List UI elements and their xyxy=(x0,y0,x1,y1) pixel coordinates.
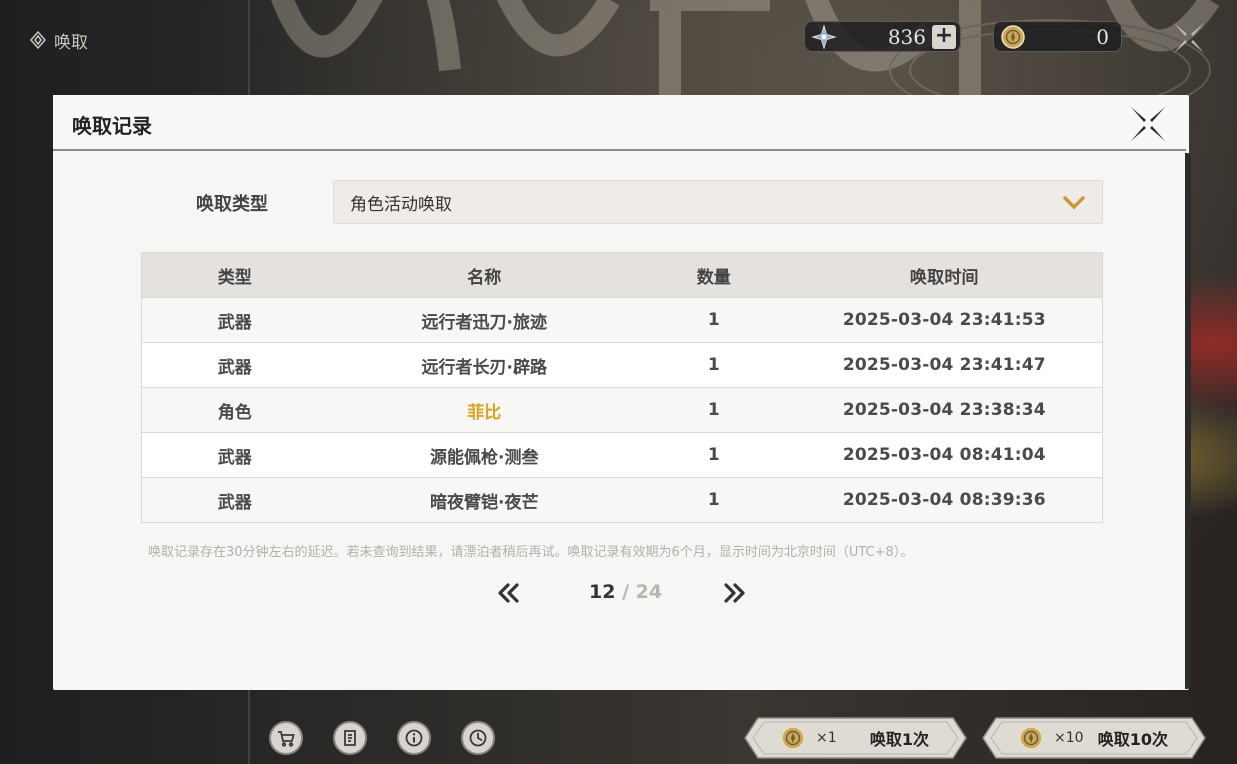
convene-icon xyxy=(30,30,46,50)
details-button[interactable] xyxy=(333,721,367,755)
table-row: 武器 源能佩枪·测叁 1 2025-03-04 08:41:04 xyxy=(142,432,1102,477)
convene-once-label: 唤取1次 xyxy=(869,730,929,749)
cart-icon xyxy=(278,731,295,747)
page-separator: / xyxy=(615,581,636,603)
info-icon xyxy=(405,729,423,747)
table-row: 武器 暗夜臂铠·夜芒 1 2025-03-04 08:39:36 xyxy=(142,477,1102,522)
convene-type-dropdown[interactable]: 角色活动唤取 xyxy=(333,180,1103,224)
header-time: 唤取时间 xyxy=(909,267,979,288)
history-table: 类型 名称 数量 唤取时间 武器 远行者迅刀·旅迹 1 2025-03-04 2… xyxy=(141,252,1103,523)
page-title: 唤取 xyxy=(28,28,88,53)
header-quantity: 数量 xyxy=(696,267,731,288)
table-row: 角色 菲比 1 2025-03-04 23:38:34 xyxy=(142,387,1102,432)
cell-time: 2025-03-04 23:41:47 xyxy=(842,355,1046,375)
info-button[interactable] xyxy=(397,721,431,755)
cell-quantity: 1 xyxy=(707,400,720,420)
add-currency-button[interactable]: + xyxy=(932,22,956,49)
cell-quantity: 1 xyxy=(707,355,720,375)
total-pages: 24 xyxy=(635,581,663,603)
page-title-text: 唤取 xyxy=(54,32,88,53)
gold-coin-icon xyxy=(1001,24,1025,49)
cell-time: 2025-03-04 23:38:34 xyxy=(842,400,1046,420)
convene-type-label: 唤取类型 xyxy=(196,194,268,215)
convene-ten-label: 唤取10次 xyxy=(1097,730,1168,749)
cell-quantity: 1 xyxy=(707,445,720,465)
dialog-title: 唤取记录 xyxy=(72,114,152,138)
convene-ten-button[interactable]: ×10 唤取10次 xyxy=(982,717,1206,759)
currency-star-crystal: 836 + xyxy=(804,21,961,52)
clock-icon xyxy=(469,729,487,747)
table-row: 武器 远行者迅刀·旅迹 1 2025-03-04 23:41:53 xyxy=(142,297,1102,342)
document-icon xyxy=(344,730,356,746)
cell-name-highlight: 菲比 xyxy=(467,402,502,423)
dialog-edge-decoration xyxy=(1185,153,1191,689)
shop-button[interactable] xyxy=(269,721,303,755)
convene-once-button[interactable]: ×1 唤取1次 xyxy=(744,717,967,759)
currency-value: 0 xyxy=(1096,24,1109,49)
header-name: 名称 xyxy=(467,267,502,288)
table-body: 武器 远行者迅刀·旅迹 1 2025-03-04 23:41:53 武器 远行者… xyxy=(142,297,1102,522)
cell-type: 武器 xyxy=(217,312,252,333)
cell-type: 武器 xyxy=(217,357,252,378)
dialog-header: 唤取记录 xyxy=(53,95,1186,151)
convene-type-selected: 角色活动唤取 xyxy=(350,194,452,215)
convene-history-dialog: 唤取记录 唤取类型 角色活动唤取 类型 名称 数量 唤取时间 武器 远行者迅刀·… xyxy=(53,95,1191,690)
cell-time: 2025-03-04 08:41:04 xyxy=(842,445,1046,465)
cell-type: 角色 xyxy=(217,402,252,423)
cell-time: 2025-03-04 08:39:36 xyxy=(842,490,1046,510)
currency-gold-coin: 0 xyxy=(993,21,1122,52)
page-indicator: 12 / 24 xyxy=(589,581,662,603)
dialog-close-icon[interactable] xyxy=(1129,105,1167,143)
delay-notice: 唤取记录存在30分钟左右的延迟。若未查询到结果，请漂泊者稍后再试。唤取记录有效期… xyxy=(148,545,914,560)
cost-multiplier: ×1 xyxy=(816,730,837,746)
previous-page-button[interactable] xyxy=(496,580,522,606)
gold-coin-icon xyxy=(1019,726,1043,750)
cell-name: 远行者迅刀·旅迹 xyxy=(421,312,548,333)
cell-name: 远行者长刃·辟路 xyxy=(421,357,548,378)
pagination: 12 / 24 xyxy=(53,578,1189,608)
gold-coin-icon xyxy=(781,726,805,750)
top-close-icon[interactable] xyxy=(1171,20,1207,56)
table-row: 武器 远行者长刃·辟路 1 2025-03-04 23:41:47 xyxy=(142,342,1102,387)
cell-type: 武器 xyxy=(217,492,252,513)
table-header: 类型 名称 数量 唤取时间 xyxy=(142,253,1102,297)
current-page: 12 xyxy=(589,581,616,603)
currency-value: 836 xyxy=(887,24,926,49)
chevron-down-icon xyxy=(1063,196,1085,210)
plus-icon: + xyxy=(934,22,954,48)
cell-name: 暗夜臂铠·夜芒 xyxy=(430,492,539,513)
cell-time: 2025-03-04 23:41:53 xyxy=(842,310,1046,330)
next-page-button[interactable] xyxy=(721,580,747,606)
cell-name: 源能佩枪·测叁 xyxy=(430,447,539,468)
cell-type: 武器 xyxy=(217,447,252,468)
star-crystal-icon xyxy=(811,23,837,50)
cost-multiplier: ×10 xyxy=(1054,730,1084,746)
header-type: 类型 xyxy=(217,267,252,288)
cell-quantity: 1 xyxy=(707,490,720,510)
history-button[interactable] xyxy=(461,721,495,755)
cell-quantity: 1 xyxy=(707,310,720,330)
